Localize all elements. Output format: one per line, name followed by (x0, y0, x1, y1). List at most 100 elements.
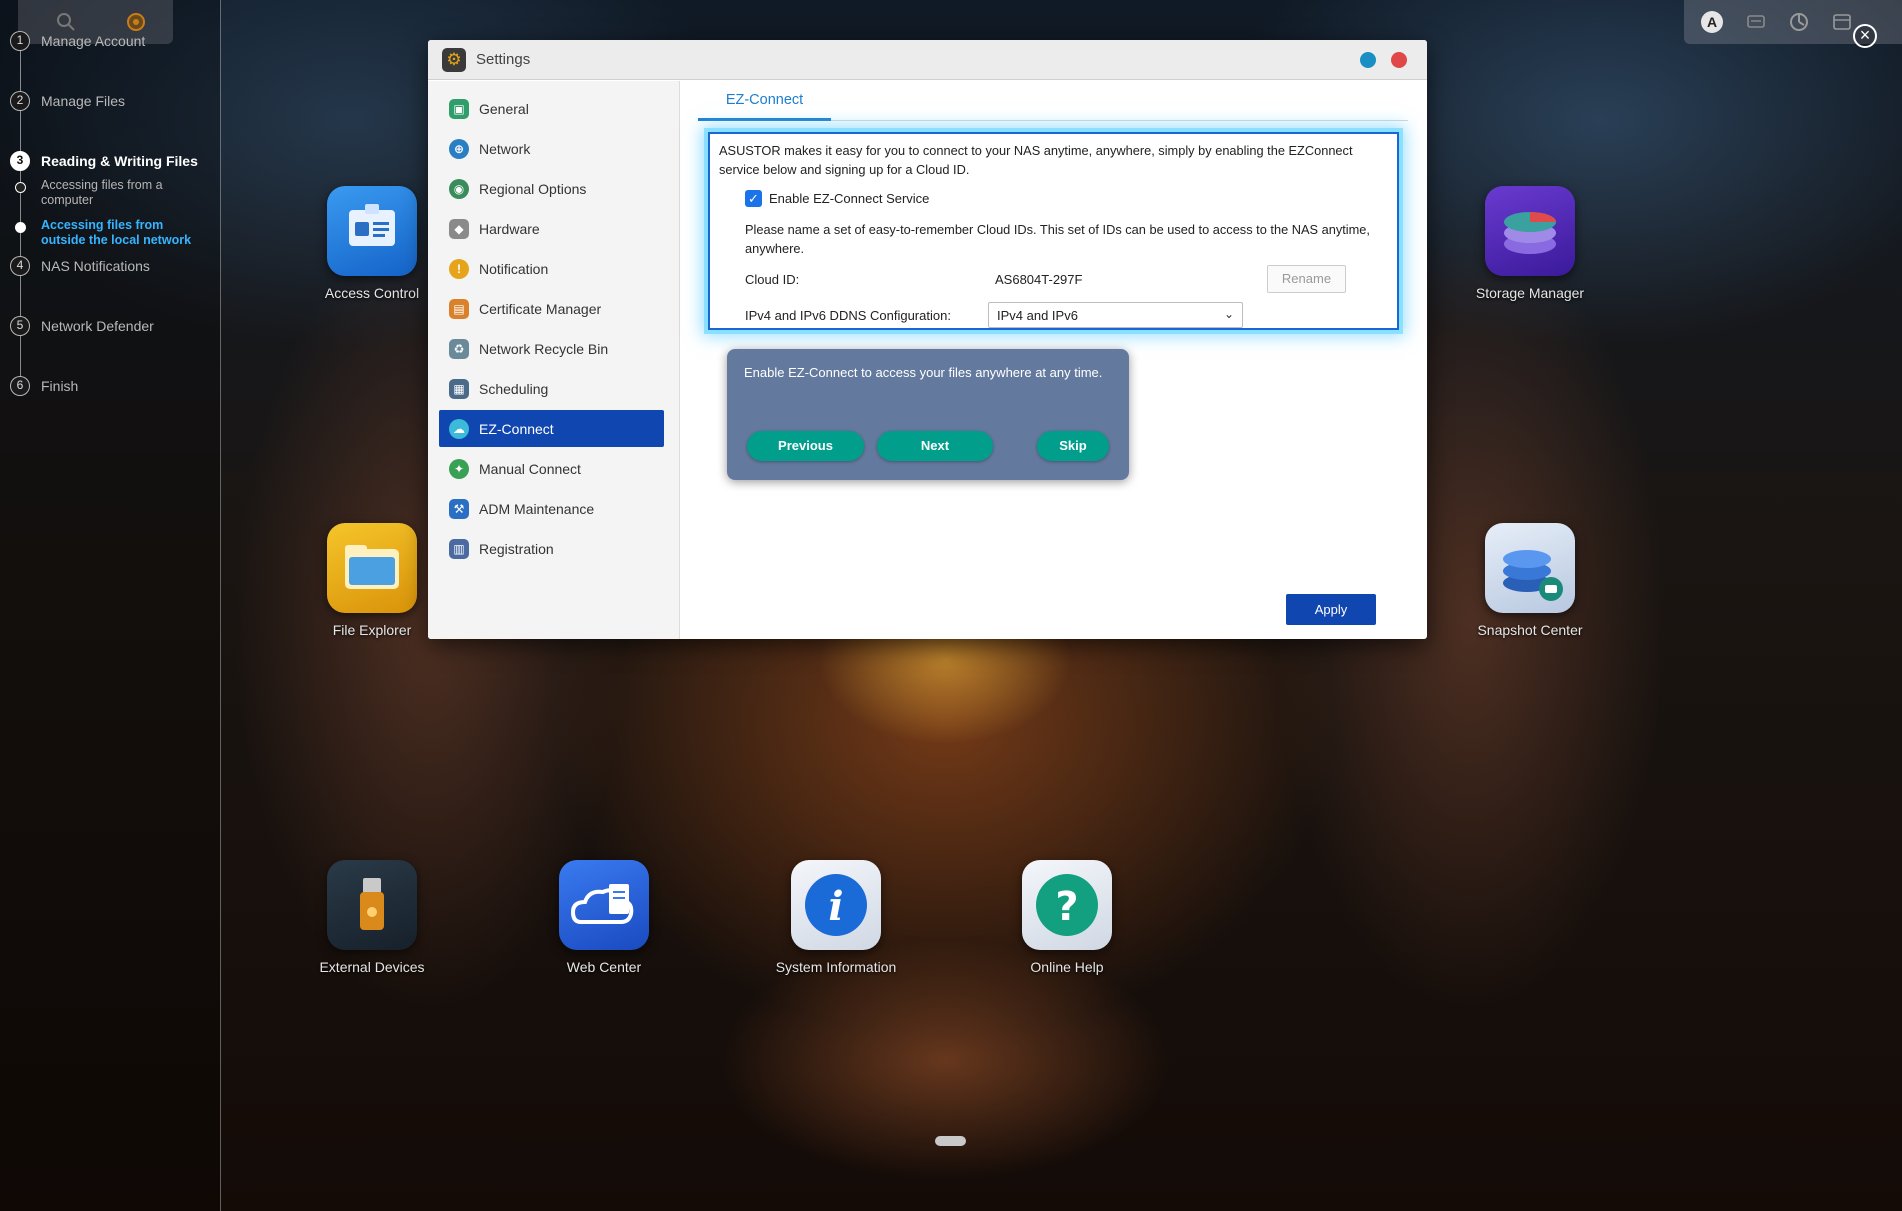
rename-button[interactable]: Rename (1267, 265, 1346, 293)
step-label: Manage Account (41, 33, 146, 49)
system-information-icon: i (791, 860, 881, 950)
close-guide-button[interactable]: × (1853, 24, 1877, 48)
substep-dot-active (15, 222, 26, 233)
registration-icon: ▥ (449, 539, 469, 559)
guide-tooltip: Enable EZ-Connect to access your files a… (727, 349, 1129, 480)
sidebar-item-network[interactable]: ⊕ Network (439, 130, 664, 167)
step-number: 1 (10, 31, 30, 51)
sidebar-item-label: Hardware (479, 221, 540, 237)
desktop-icon-label: File Explorer (332, 622, 412, 638)
sidebar-item-label: Registration (479, 541, 554, 557)
adm-maintenance-icon: ⚒ (449, 499, 469, 519)
step-label: NAS Notifications (41, 258, 150, 274)
step-number: 4 (10, 256, 30, 276)
sidebar-item-regional-options[interactable]: ◉ Regional Options (439, 170, 664, 207)
sidebar-item-label: General (479, 101, 529, 117)
substep-accessing-from-outside[interactable]: Accessing files from outside the local n… (41, 218, 211, 248)
skip-button[interactable]: Skip (1037, 431, 1109, 461)
message-icon[interactable] (1745, 11, 1767, 33)
apply-button[interactable]: Apply (1286, 594, 1376, 625)
access-control-icon (327, 186, 417, 276)
hardware-icon: ◆ (449, 219, 469, 239)
close-window-button[interactable] (1391, 52, 1407, 68)
step-number: 3 (10, 151, 30, 171)
notification-icon: ! (449, 259, 469, 279)
sidebar-item-registration[interactable]: ▥ Registration (439, 530, 664, 567)
sidebar-item-label: Certificate Manager (479, 301, 602, 317)
sidebar-item-label: Manual Connect (479, 461, 581, 477)
sidebar-item-adm-maintenance[interactable]: ⚒ ADM Maintenance (439, 490, 664, 527)
step-label: Network Defender (41, 318, 154, 334)
tooltip-text: Enable EZ-Connect to access your files a… (744, 365, 1103, 380)
home-indicator[interactable] (935, 1136, 966, 1146)
ez-connect-icon: ☁ (449, 419, 469, 439)
activity-monitor-icon[interactable] (1788, 11, 1810, 33)
sidebar-item-scheduling[interactable]: ▦ Scheduling (439, 370, 664, 407)
ez-connect-panel: ASUSTOR makes it easy for you to connect… (708, 132, 1399, 330)
general-icon: ▣ (449, 99, 469, 119)
enable-ez-connect-label[interactable]: Enable EZ-Connect Service (769, 191, 929, 206)
sidebar-item-label: Regional Options (479, 181, 587, 197)
desktop-icon-web-center[interactable]: Web Center (539, 860, 669, 975)
tutorial-guide-panel: 1 Manage Account 2 Manage Files 3 Readin… (0, 0, 221, 1211)
user-account-icon[interactable]: A (1701, 11, 1723, 33)
chevron-down-icon: ⌄ (1223, 307, 1234, 321)
desktop-icon-external-devices[interactable]: External Devices (307, 860, 437, 975)
storage-manager-icon (1485, 186, 1575, 276)
step-label: Reading & Writing Files (41, 153, 198, 169)
desktop-icon-label: Storage Manager (1475, 285, 1585, 301)
external-devices-icon (327, 860, 417, 950)
window-titlebar[interactable]: ⚙ Settings (428, 40, 1427, 80)
cloud-id-value: AS6804T-297F (995, 272, 1083, 287)
settings-gear-icon[interactable] (125, 11, 147, 33)
sidebar-item-network-recycle-bin[interactable]: ♻ Network Recycle Bin (439, 330, 664, 367)
desktop-icon-label: System Information (775, 959, 897, 975)
manual-connect-icon: ✦ (449, 459, 469, 479)
svg-text:?: ? (1055, 884, 1078, 930)
next-button[interactable]: Next (877, 431, 993, 461)
desktop-icon-label: Snapshot Center (1477, 622, 1583, 638)
sidebar-item-general[interactable]: ▣ General (439, 90, 664, 127)
settings-window: ⚙ Settings ▣ General ⊕ Network ◉ Regiona… (428, 40, 1427, 639)
previous-button[interactable]: Previous (747, 431, 864, 461)
minimize-button[interactable] (1360, 52, 1376, 68)
sidebar-item-label: Network (479, 141, 531, 157)
desktop-icon-system-information[interactable]: i System Information (771, 860, 901, 975)
search-icon[interactable] (55, 11, 77, 33)
desktop-icon-snapshot-center[interactable]: Snapshot Center (1465, 523, 1595, 638)
sidebar-item-hardware[interactable]: ◆ Hardware (439, 210, 664, 247)
ddns-selected-value: IPv4 and IPv6 (997, 308, 1078, 323)
substep-accessing-from-computer[interactable]: Accessing files from a computer (41, 178, 211, 208)
desktop-icon-storage-manager[interactable]: Storage Manager (1465, 186, 1595, 301)
dashboard-icon[interactable] (1831, 11, 1853, 33)
step-label: Manage Files (41, 93, 126, 109)
enable-ez-connect-checkbox[interactable]: ✓ (745, 190, 762, 207)
sidebar-item-label: Network Recycle Bin (479, 341, 609, 357)
online-help-icon: ? (1022, 860, 1112, 950)
step-number: 6 (10, 376, 30, 396)
sidebar-item-manual-connect[interactable]: ✦ Manual Connect (439, 450, 664, 487)
sidebar-item-notification[interactable]: ! Notification (439, 250, 664, 287)
sidebar-item-certificate-manager[interactable]: ▤ Certificate Manager (439, 290, 664, 327)
sidebar-item-label: EZ-Connect (479, 421, 554, 437)
ddns-config-select[interactable]: IPv4 and IPv6 ⌄ (988, 302, 1243, 328)
window-title: Settings (476, 51, 531, 68)
desktop-icon-label: Online Help (1030, 959, 1104, 975)
desktop-icon-access-control[interactable]: Access Control (307, 186, 437, 301)
desktop-icon-online-help[interactable]: ? Online Help (1002, 860, 1132, 975)
file-explorer-icon (327, 523, 417, 613)
svg-text:i: i (828, 883, 843, 930)
substep-dot (15, 182, 26, 193)
sidebar-item-label: Scheduling (479, 381, 549, 397)
ez-connect-intro-text: ASUSTOR makes it easy for you to connect… (719, 143, 1353, 177)
sidebar-item-label: Notification (479, 261, 549, 277)
desktop-icon-label: Web Center (566, 959, 642, 975)
recycle-bin-icon: ♻ (449, 339, 469, 359)
cloud-id-description: Please name a set of easy-to-remember Cl… (745, 222, 1370, 256)
tab-bar: EZ-Connect (698, 81, 1408, 121)
desktop-icon-file-explorer[interactable]: File Explorer (307, 523, 437, 638)
tab-ez-connect[interactable]: EZ-Connect (698, 81, 831, 121)
cloud-id-label: Cloud ID: (745, 272, 800, 287)
sidebar-item-ez-connect[interactable]: ☁ EZ-Connect (439, 410, 664, 447)
ddns-config-label: IPv4 and IPv6 DDNS Configuration: (745, 308, 951, 323)
